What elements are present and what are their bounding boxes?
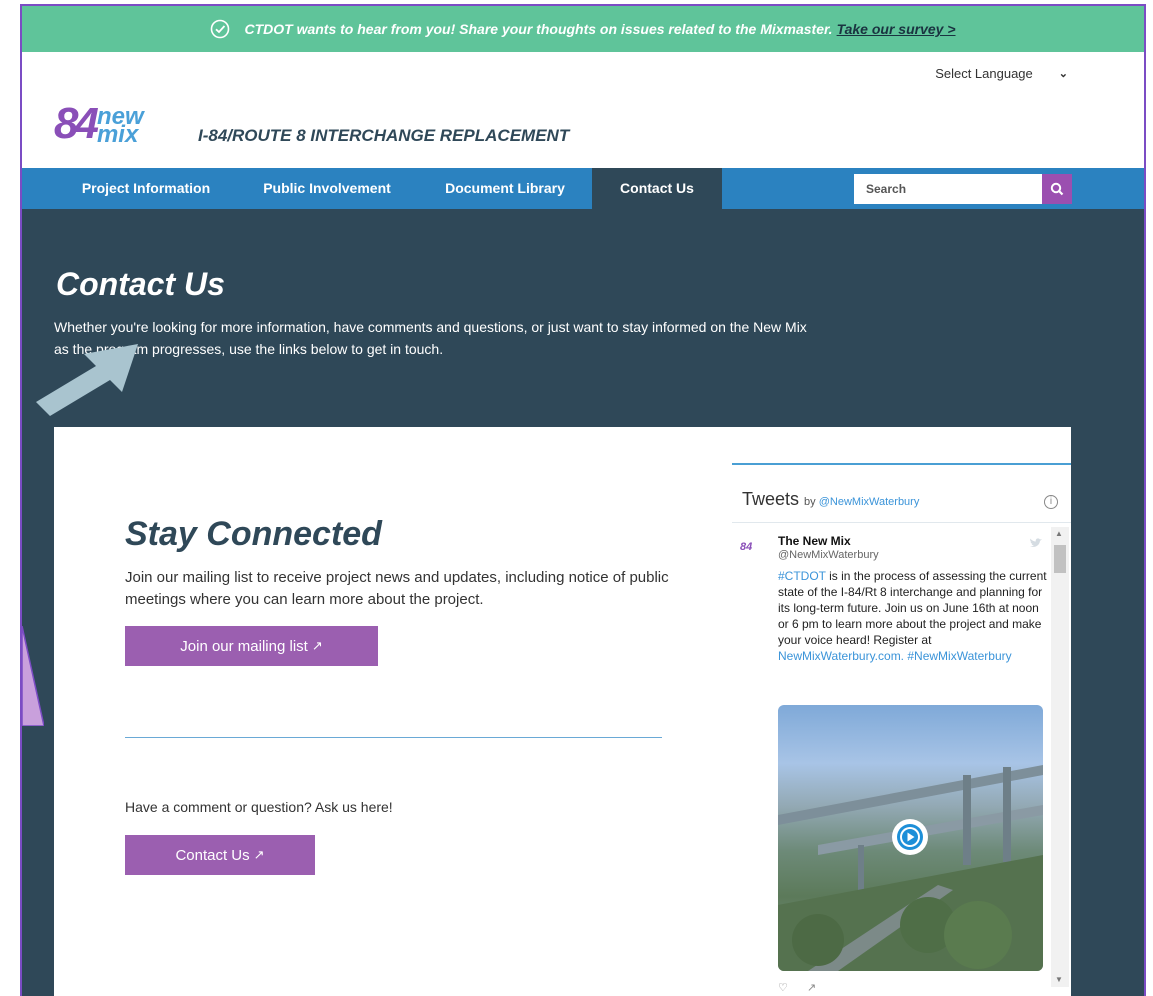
banner-text: CTDOT wants to hear from you! Share your…	[244, 21, 833, 37]
stay-connected-description: Join our mailing list to receive project…	[125, 569, 669, 608]
survey-banner: CTDOT wants to hear from you! Share your…	[22, 6, 1144, 52]
twitter-heading-label: Tweets	[742, 489, 800, 509]
twitter-by-label: by	[804, 496, 816, 508]
nav-item-project-information[interactable]: Project Information	[70, 168, 222, 209]
search-icon	[1050, 182, 1064, 196]
site-header: Select Language ⌄ 84 new mix I-84/ROUTE …	[22, 52, 1144, 168]
site-title: I-84/ROUTE 8 INTERCHANGE REPLACEMENT	[198, 126, 570, 145]
external-link-icon: ↗	[253, 847, 265, 862]
tweet-actions: ♡ ↗	[778, 981, 816, 994]
browser-frame: CTDOT wants to hear from you! Share your…	[20, 4, 1146, 996]
tweet-register-link[interactable]: NewMixWaterbury.com.	[778, 649, 904, 663]
nav-item-document-library[interactable]: Document Library	[434, 168, 576, 209]
intro-text: Whether you're looking for more informat…	[54, 319, 807, 357]
nav-item-public-involvement[interactable]: Public Involvement	[250, 168, 404, 209]
pointer-arrow-icon	[36, 344, 138, 416]
external-link-icon: ↗	[311, 638, 323, 653]
scrollbar-thumb[interactable]	[1054, 545, 1066, 573]
scroll-up-icon[interactable]: ▲	[1055, 529, 1063, 538]
scroll-down-icon[interactable]: ▼	[1055, 975, 1063, 984]
site-logo[interactable]: 84 new mix	[54, 99, 144, 148]
search-input[interactable]: Search	[854, 174, 1044, 204]
page-title: Contact Us	[56, 266, 225, 302]
check-circle-icon	[211, 19, 230, 39]
twitter-bird-icon[interactable]	[1029, 537, 1043, 549]
logo-wordmark: new mix	[96, 105, 144, 148]
stay-connected-title: Stay Connected	[125, 515, 382, 553]
twitter-handle-link[interactable]: @NewMixWaterbury	[819, 496, 920, 508]
search-button[interactable]	[1042, 174, 1072, 204]
tweet-scrollbar[interactable]: ▲ ▼	[1051, 527, 1069, 987]
twitter-divider	[732, 522, 1071, 523]
nav-item-contact-us[interactable]: Contact Us	[592, 168, 722, 209]
hashtag-newmixwaterbury[interactable]: #NewMixWaterbury	[907, 649, 1011, 663]
section-divider	[125, 737, 662, 738]
hashtag-ctdot[interactable]: #CTDOT	[778, 569, 826, 583]
survey-link[interactable]: Take our survey >	[837, 21, 956, 37]
logo-mix: mix	[96, 121, 139, 148]
share-icon[interactable]: ↗	[807, 982, 816, 994]
contact-us-button[interactable]: Contact Us ↗	[125, 835, 315, 875]
twitter-heading: Tweets by @NewMixWaterbury	[742, 489, 919, 510]
info-icon[interactable]: i	[1044, 495, 1058, 509]
tweet-text: #CTDOT is in the process of assessing th…	[778, 568, 1048, 664]
chevron-down-icon: ⌄	[1058, 68, 1068, 80]
contact-card: Stay Connected Join our mailing list to …	[54, 427, 1071, 996]
twitter-by: by @NewMixWaterbury	[804, 496, 919, 508]
logo-number: 84	[54, 99, 99, 148]
join-mailing-list-button[interactable]: Join our mailing list ↗	[125, 626, 378, 666]
language-select[interactable]: Select Language ⌄	[935, 66, 1068, 81]
avatar[interactable]: 84	[740, 541, 752, 553]
comment-prompt: Have a comment or question? Ask us here!	[125, 799, 393, 815]
like-icon[interactable]: ♡	[778, 982, 788, 994]
tweet-author-handle[interactable]: @NewMixWaterbury	[778, 549, 879, 561]
twitter-top-border	[732, 463, 1071, 465]
contact-us-label: Contact Us	[175, 846, 250, 864]
join-mailing-list-label: Join our mailing list	[180, 637, 308, 655]
language-select-label: Select Language	[935, 66, 1033, 81]
main-nav: Project Information Public Involvement D…	[22, 168, 1144, 209]
tweet-author-name[interactable]: The New Mix	[778, 534, 851, 548]
play-icon	[897, 824, 923, 850]
play-button[interactable]	[892, 819, 928, 855]
tweet-video-thumbnail[interactable]	[778, 705, 1043, 971]
purple-annotation-shape	[22, 626, 44, 726]
